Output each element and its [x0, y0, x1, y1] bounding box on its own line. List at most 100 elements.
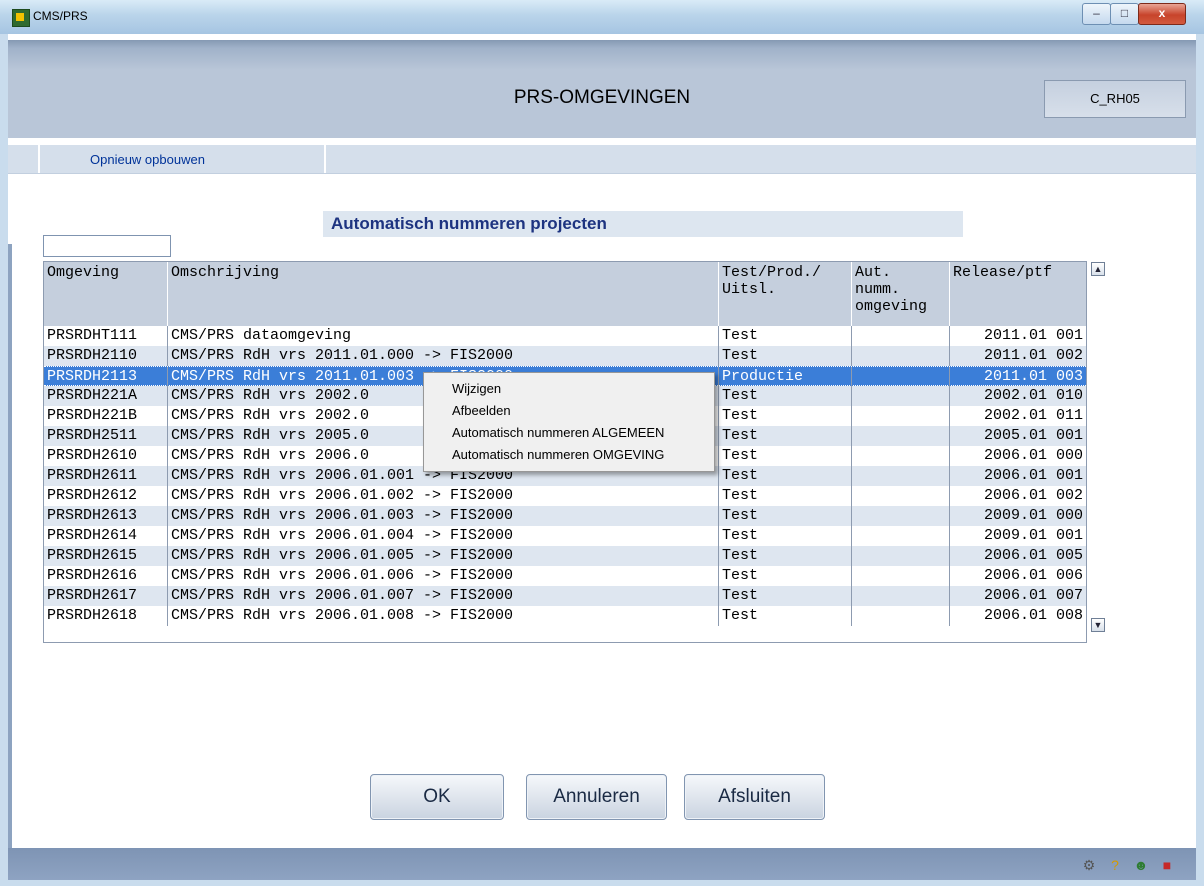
cell-type: Test [719, 486, 852, 506]
cell-omgeving: PRSRDH2511 [44, 426, 168, 446]
cell-type: Test [719, 526, 852, 546]
cell-release: 2009.01 000 [983, 507, 1083, 524]
cell-release: 2009.01 001 [983, 527, 1083, 544]
cell-type: Test [719, 466, 852, 486]
table-header: Omgeving Omschrijving Test/Prod./ Uitsl.… [44, 262, 1086, 326]
cell-omschrijving: CMS/PRS RdH vrs 2011.01.000 -> FIS2000 [168, 346, 719, 366]
cell-release: 2006.01 007 [983, 587, 1083, 604]
table-row[interactable]: PRSRDH2612 CMS/PRS RdH vrs 2006.01.002 ->… [44, 486, 1086, 506]
page-title: PRS-OMGEVINGEN [513, 87, 691, 108]
cell-type: Test [719, 586, 852, 606]
cell-omgeving: PRSRDH221A [44, 386, 168, 406]
cell-release: 2005.01 001 [983, 427, 1083, 444]
ok-button[interactable]: OK [370, 774, 504, 820]
rebuild-link[interactable]: Opnieuw opbouwen [90, 152, 205, 167]
cell-release: 2002.01 010 [983, 387, 1083, 404]
close-button[interactable]: Afsluiten [684, 774, 825, 820]
exit-icon[interactable]: ■ [1158, 856, 1176, 874]
cell-aut-numm [852, 486, 950, 506]
action-separator [324, 145, 326, 173]
table-row[interactable]: PRSRDH2613 CMS/PRS RdH vrs 2006.01.003 ->… [44, 506, 1086, 526]
menu-item-afbeelden[interactable]: Afbeelden [452, 401, 511, 421]
cell-type: Productie [719, 367, 852, 387]
cell-release: 2011.01 001 [983, 327, 1083, 344]
cell-omgeving: PRSRDH2610 [44, 446, 168, 466]
maximize-button[interactable]: □ [1110, 3, 1139, 25]
cell-type: Test [719, 426, 852, 446]
cell-omgeving: PRSRDH2616 [44, 566, 168, 586]
cell-omgeving: PRSRDH2615 [44, 546, 168, 566]
user-icon[interactable]: ☻ [1132, 856, 1150, 874]
scroll-up-button[interactable]: ▲ [1091, 262, 1105, 276]
section-title: Automatisch nummeren projecten [323, 211, 963, 237]
frame-edge [8, 244, 12, 880]
menu-item-auto-nummeren-omgeving[interactable]: Automatisch nummeren OMGEVING [452, 445, 664, 465]
column-header-type[interactable]: Test/Prod./ Uitsl. [719, 262, 852, 326]
cell-type: Test [719, 406, 852, 426]
column-header-aut-numm[interactable]: Aut. numm. omgeving [852, 262, 950, 326]
cell-aut-numm [852, 566, 950, 586]
table-row[interactable]: PRSRDH2616 CMS/PRS RdH vrs 2006.01.006 ->… [44, 566, 1086, 586]
help-icon[interactable]: ? [1106, 856, 1124, 874]
cancel-button[interactable]: Annuleren [526, 774, 667, 820]
cell-aut-numm [852, 346, 950, 366]
context-menu: Wijzigen Afbeelden Automatisch nummeren … [423, 372, 715, 472]
table-row[interactable]: PRSRDH2618 CMS/PRS RdH vrs 2006.01.008 ->… [44, 606, 1086, 626]
cell-omschrijving: CMS/PRS RdH vrs 2006.01.003 -> FIS2000 [168, 506, 719, 526]
app-frame: PRS-OMGEVINGEN C_RH05 Opnieuw opbouwen A… [8, 34, 1196, 880]
cell-omschrijving: CMS/PRS dataomgeving [168, 326, 719, 346]
cell-omgeving: PRSRDH2617 [44, 586, 168, 606]
cell-aut-numm [852, 367, 950, 387]
cell-release: 2006.01 006 [983, 567, 1083, 584]
filter-input[interactable] [43, 235, 171, 257]
column-header-omschrijving[interactable]: Omschrijving [168, 262, 719, 326]
action-separator [38, 145, 40, 173]
cell-aut-numm [852, 446, 950, 466]
app-icon [12, 9, 30, 27]
cell-omgeving: PRSRDH2614 [44, 526, 168, 546]
menu-item-auto-nummeren-algemeen[interactable]: Automatisch nummeren ALGEMEEN [452, 423, 664, 443]
cell-omgeving: PRSRDH2612 [44, 486, 168, 506]
cell-aut-numm [852, 546, 950, 566]
cell-omschrijving: CMS/PRS RdH vrs 2006.01.005 -> FIS2000 [168, 546, 719, 566]
cell-aut-numm [852, 606, 950, 626]
column-header-omgeving[interactable]: Omgeving [44, 262, 168, 326]
tools-icon[interactable]: ⚙ [1080, 856, 1098, 874]
cell-release: 2006.01 001 [983, 467, 1083, 484]
cell-release: 2006.01 000 [983, 447, 1083, 464]
cell-type: Test [719, 566, 852, 586]
minimize-button[interactable]: – [1082, 3, 1111, 25]
cell-release: 2011.01 003 [983, 368, 1083, 385]
cell-type: Test [719, 446, 852, 466]
table-row[interactable]: PRSRDH2110 CMS/PRS RdH vrs 2011.01.000 ->… [44, 346, 1086, 366]
status-bar [8, 848, 1196, 880]
cell-release: 2006.01 008 [983, 607, 1083, 624]
table-row[interactable]: PRSRDH2614 CMS/PRS RdH vrs 2006.01.004 ->… [44, 526, 1086, 546]
screen-code: C_RH05 [1044, 80, 1186, 118]
menu-item-wijzigen[interactable]: Wijzigen [452, 379, 501, 399]
cell-aut-numm [852, 466, 950, 486]
cell-omschrijving: CMS/PRS RdH vrs 2006.01.008 -> FIS2000 [168, 606, 719, 626]
cell-omgeving: PRSRDH2613 [44, 506, 168, 526]
cell-omschrijving: CMS/PRS RdH vrs 2006.01.006 -> FIS2000 [168, 566, 719, 586]
table-row[interactable]: PRSRDH2615 CMS/PRS RdH vrs 2006.01.005 ->… [44, 546, 1086, 566]
close-window-button[interactable]: x [1138, 3, 1186, 25]
cell-release: 2006.01 002 [983, 487, 1083, 504]
column-header-release[interactable]: Release/ptf [950, 262, 1086, 326]
cell-type: Test [719, 546, 852, 566]
action-bar: Opnieuw opbouwen [8, 145, 1196, 174]
cell-aut-numm [852, 406, 950, 426]
scroll-down-button[interactable]: ▼ [1091, 618, 1105, 632]
table-row[interactable]: PRSRDH2617 CMS/PRS RdH vrs 2006.01.007 ->… [44, 586, 1086, 606]
cell-omgeving: PRSRDH2113 [44, 367, 168, 387]
cell-release: 2011.01 002 [983, 347, 1083, 364]
window-titlebar[interactable]: CMS/PRS – □ x [0, 0, 1204, 34]
cell-omschrijving: CMS/PRS RdH vrs 2006.01.007 -> FIS2000 [168, 586, 719, 606]
cell-omgeving: PRSRDH221B [44, 406, 168, 426]
cell-omschrijving: CMS/PRS RdH vrs 2006.01.002 -> FIS2000 [168, 486, 719, 506]
cell-omgeving: PRSRDHT111 [44, 326, 168, 346]
cell-omschrijving: CMS/PRS RdH vrs 2006.01.004 -> FIS2000 [168, 526, 719, 546]
cell-type: Test [719, 346, 852, 366]
table-row[interactable]: PRSRDHT111 CMS/PRS dataomgeving Test 2011.0… [44, 326, 1086, 346]
cell-omgeving: PRSRDH2618 [44, 606, 168, 626]
